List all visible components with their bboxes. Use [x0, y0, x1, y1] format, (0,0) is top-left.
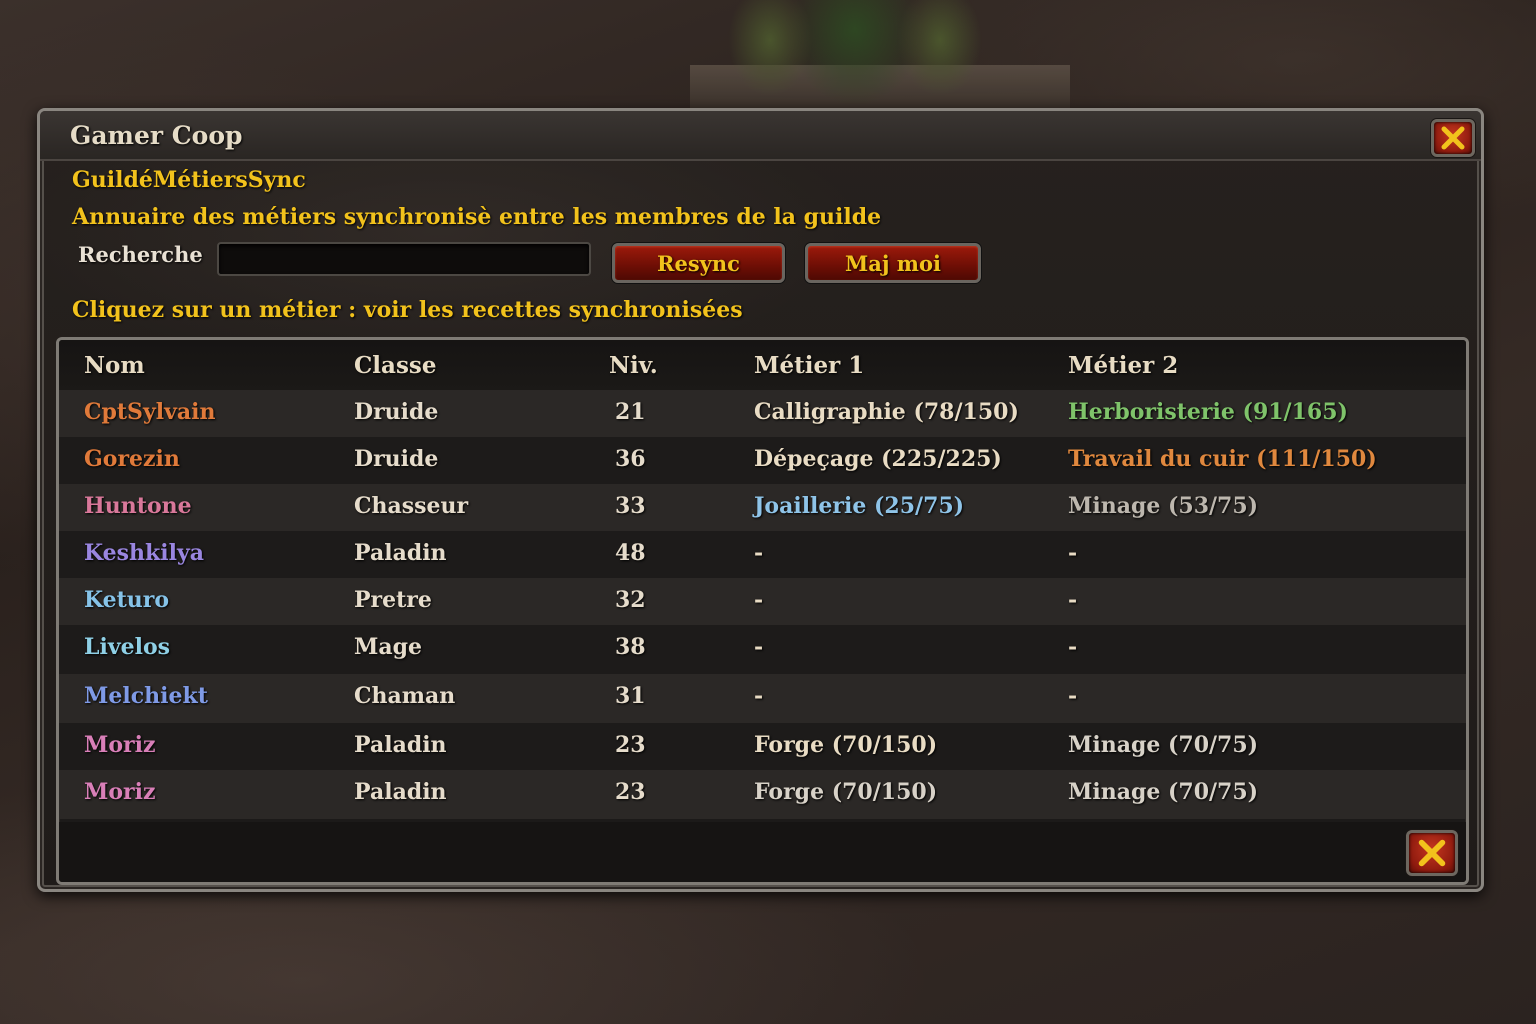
member-job2[interactable]: - — [1068, 540, 1077, 566]
member-class: Druide — [354, 446, 439, 472]
close-button-top[interactable] — [1431, 119, 1475, 157]
header-job2[interactable]: Métier 2 — [1068, 352, 1178, 379]
member-level: 32 — [615, 587, 646, 613]
member-name: Huntone — [84, 493, 192, 519]
table-row[interactable]: Keshkilya Paladin 48 - - — [59, 531, 1466, 578]
header-class[interactable]: Classe — [354, 352, 436, 379]
table-row[interactable]: Huntone Chasseur 33 Joaillerie (25/75) M… — [59, 484, 1466, 531]
table-body: CptSylvain Druide 21 Calligraphie (78/15… — [59, 390, 1466, 819]
member-job1[interactable]: Forge (70/150) — [754, 779, 937, 805]
member-job1[interactable]: Calligraphie (78/150) — [754, 399, 1019, 425]
member-job1[interactable]: - — [754, 683, 763, 709]
member-job2[interactable]: Minage (53/75) — [1068, 493, 1258, 519]
member-level: 21 — [615, 399, 646, 425]
member-level: 33 — [615, 493, 646, 519]
table-row[interactable]: Moriz Paladin 23 Forge (70/150) Minage (… — [59, 723, 1466, 770]
member-name: Livelos — [84, 634, 171, 660]
member-job2[interactable]: - — [1068, 634, 1077, 660]
search-label: Recherche — [78, 242, 203, 267]
member-name: Moriz — [84, 732, 156, 758]
addon-window: Gamer Coop GuildéMétiersSync Annuaire de… — [37, 108, 1484, 892]
member-class: Paladin — [354, 540, 447, 566]
table-row[interactable]: CptSylvain Druide 21 Calligraphie (78/15… — [59, 390, 1466, 437]
close-button-bottom[interactable] — [1406, 830, 1458, 876]
member-job1[interactable]: - — [754, 634, 763, 660]
member-job2[interactable]: Minage (70/75) — [1068, 779, 1258, 805]
search-input[interactable] — [217, 242, 591, 276]
table-empty-area — [59, 822, 1466, 882]
member-name: Keshkilya — [84, 540, 205, 566]
member-job1[interactable]: Forge (70/150) — [754, 732, 937, 758]
table-row[interactable]: Melchiekt Chaman 31 - - — [59, 674, 1466, 723]
hint-text: Cliquez sur un métier : voir les recette… — [72, 297, 743, 323]
member-class: Druide — [354, 399, 439, 425]
member-level: 36 — [615, 446, 646, 472]
members-table: Nom Classe Niv. Métier 1 Métier 2 CptSyl… — [56, 337, 1469, 885]
member-job2[interactable]: Travail du cuir (111/150) — [1068, 446, 1377, 472]
close-icon — [1418, 839, 1446, 867]
member-level: 38 — [615, 634, 646, 660]
window-titlebar[interactable]: Gamer Coop — [40, 111, 1481, 161]
member-job1[interactable]: Joaillerie (25/75) — [754, 493, 964, 519]
member-name: Moriz — [84, 779, 156, 805]
window-title: Gamer Coop — [70, 121, 243, 150]
table-header: Nom Classe Niv. Métier 1 Métier 2 — [59, 340, 1466, 390]
table-row[interactable]: Moriz Paladin 23 Forge (70/150) Minage (… — [59, 770, 1466, 819]
member-level: 31 — [615, 683, 646, 709]
member-name: Gorezin — [84, 446, 180, 472]
resync-button[interactable]: Resync — [612, 243, 785, 283]
member-name: CptSylvain — [84, 399, 216, 425]
update-me-button[interactable]: Maj moi — [805, 243, 981, 283]
member-job2[interactable]: Herboristerie (91/165) — [1068, 399, 1348, 425]
close-icon — [1441, 126, 1465, 150]
header-job1[interactable]: Métier 1 — [754, 352, 864, 379]
header-level[interactable]: Niv. — [609, 352, 658, 379]
member-job2[interactable]: - — [1068, 683, 1077, 709]
member-class: Paladin — [354, 779, 447, 805]
addon-name: GuildéMétiersSync — [72, 167, 306, 193]
member-level: 23 — [615, 779, 646, 805]
member-job1[interactable]: - — [754, 587, 763, 613]
member-class: Paladin — [354, 732, 447, 758]
member-level: 23 — [615, 732, 646, 758]
table-row[interactable]: Livelos Mage 38 - - — [59, 625, 1466, 674]
member-class: Chaman — [354, 683, 456, 709]
member-class: Chasseur — [354, 493, 469, 519]
table-row[interactable]: Gorezin Druide 36 Dépeçage (225/225) Tra… — [59, 437, 1466, 484]
member-class: Mage — [354, 634, 422, 660]
table-row[interactable]: Keturo Pretre 32 - - — [59, 578, 1466, 625]
member-job2[interactable]: - — [1068, 587, 1077, 613]
header-name[interactable]: Nom — [84, 352, 145, 379]
member-level: 48 — [615, 540, 646, 566]
addon-description: Annuaire des métiers synchronisè entre l… — [72, 204, 882, 230]
member-job2[interactable]: Minage (70/75) — [1068, 732, 1258, 758]
member-name: Keturo — [84, 587, 170, 613]
member-class: Pretre — [354, 587, 432, 613]
background-character — [690, 0, 1070, 108]
member-job1[interactable]: - — [754, 540, 763, 566]
member-name: Melchiekt — [84, 683, 208, 709]
member-job1[interactable]: Dépeçage (225/225) — [754, 446, 1002, 472]
